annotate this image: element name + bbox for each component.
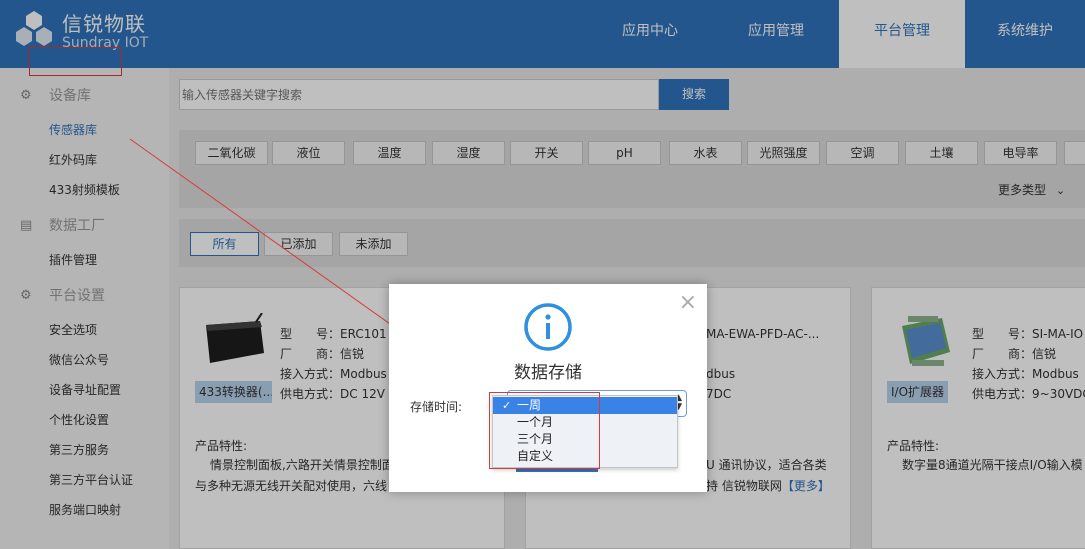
annotation-highlight-box: [489, 392, 600, 469]
info-icon: [524, 303, 572, 351]
storage-time-label: 存储时间:: [410, 400, 463, 414]
close-icon[interactable]: ×: [679, 292, 697, 314]
dialog-title: 数据存储: [514, 363, 582, 383]
